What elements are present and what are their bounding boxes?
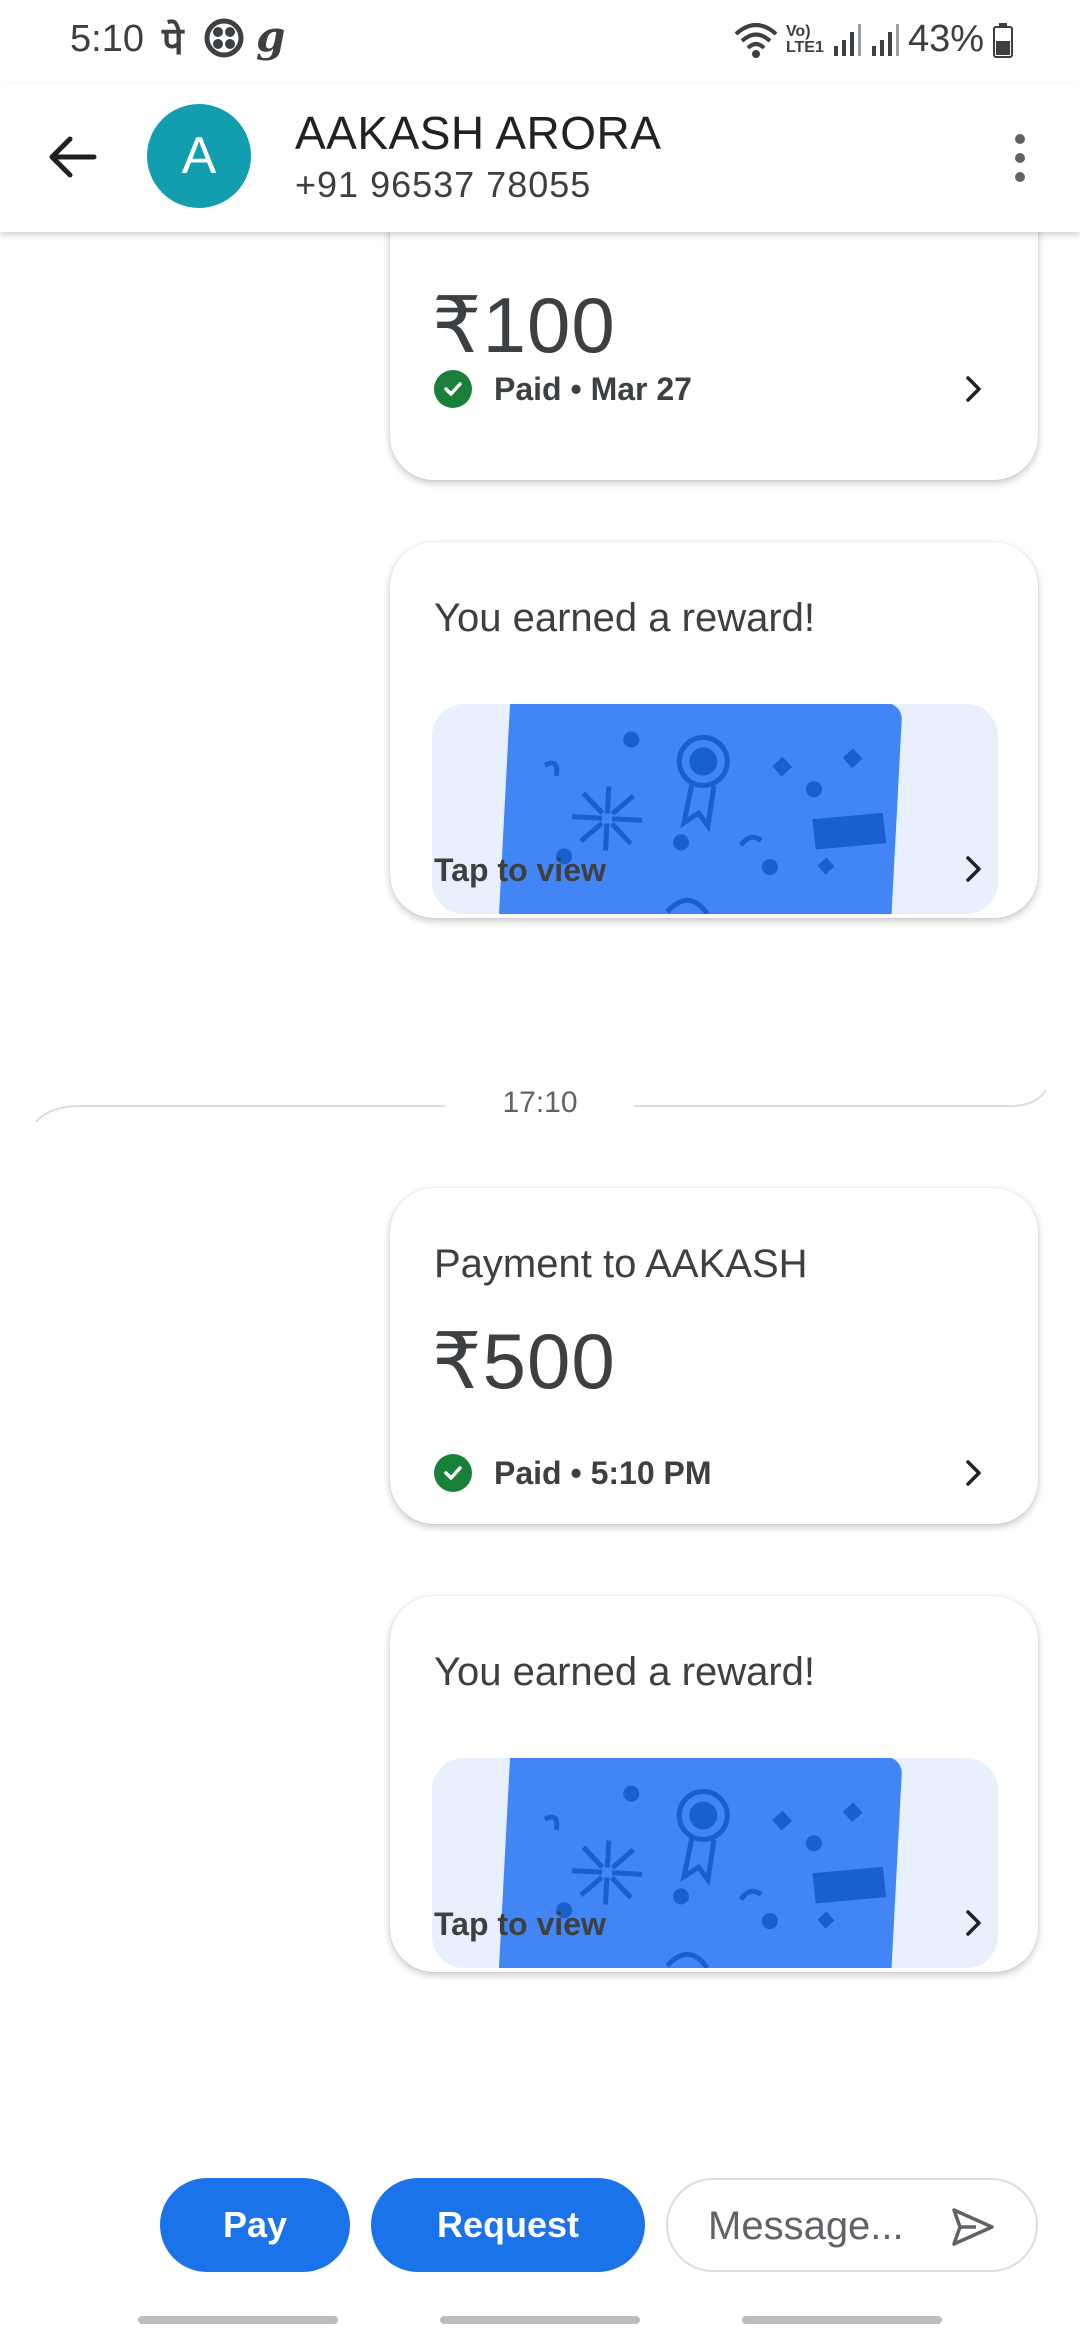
payment-status: Paid • Mar 27	[434, 370, 692, 408]
chevron-right-icon	[966, 1910, 981, 1936]
more-options-icon[interactable]	[990, 128, 1050, 188]
reward-title: You earned a reward!	[434, 1650, 816, 1694]
reward-card[interactable]: You earned a reward! Tap to view	[390, 542, 1038, 918]
reward-title: You earned a reward!	[434, 596, 816, 640]
status-bar: 5:10 पे g Vo) LTE1 43%	[0, 0, 1080, 84]
nav-handle-center	[440, 2316, 640, 2324]
reward-action[interactable]: Tap to view	[434, 1906, 606, 1943]
status-indicators: Vo) LTE1 43%	[734, 18, 1014, 61]
chevron-right-icon	[966, 856, 981, 882]
message-placeholder: Message...	[708, 2204, 904, 2248]
check-icon	[434, 1454, 472, 1492]
chat-thread[interactable]: ₹100 Paid • Mar 27 You earned a reward!	[0, 232, 1080, 2152]
battery-percent: 43%	[907, 18, 984, 60]
send-icon[interactable]	[950, 2206, 996, 2248]
contact-phone: +91 96537 78055	[295, 164, 592, 205]
separator-time: 17:10	[502, 1086, 578, 1119]
composer-bar: Pay Request Message...	[0, 2152, 1080, 2340]
payment-card[interactable]: ₹100 Paid • Mar 27	[390, 232, 1038, 480]
chevron-right-icon	[966, 376, 981, 402]
reward-action[interactable]: Tap to view	[434, 852, 606, 889]
g-notification-icon: g	[256, 12, 286, 61]
back-arrow-icon[interactable]	[40, 124, 106, 190]
payment-status-text: Paid • Mar 27	[494, 370, 692, 407]
message-input[interactable]: Message...	[666, 2178, 1038, 2272]
chat-header: A AAKASH ARORA +91 96537 78055	[0, 84, 1080, 232]
status-time: 5:10	[70, 18, 144, 60]
nav-handle-left	[138, 2316, 338, 2324]
chevron-right-icon	[966, 1460, 981, 1486]
pay-notification-icon: पे	[162, 21, 184, 63]
signal-1-icon	[833, 23, 861, 56]
check-icon	[434, 370, 472, 408]
payment-amount: ₹100	[432, 281, 616, 369]
payment-card[interactable]: Payment to AAKASH ₹500 Paid • 5:10 PM	[390, 1188, 1038, 1524]
battery-icon	[993, 22, 1013, 58]
payment-amount: ₹500	[432, 1317, 616, 1405]
app-notification-icon	[204, 18, 244, 58]
payment-title: Payment to AAKASH	[434, 1242, 808, 1286]
time-separator: 17:10	[0, 1078, 1080, 1138]
pay-button[interactable]: Pay	[160, 2178, 350, 2272]
nav-handle-right	[742, 2316, 942, 2324]
volte-indicator: Vo) LTE1	[785, 22, 824, 56]
request-button[interactable]: Request	[371, 2178, 645, 2272]
payment-status-text: Paid • 5:10 PM	[494, 1454, 712, 1491]
payment-status: Paid • 5:10 PM	[434, 1454, 712, 1492]
avatar[interactable]: A	[147, 104, 251, 208]
contact-name[interactable]: AAKASH ARORA	[295, 106, 661, 160]
signal-2-icon	[871, 23, 899, 56]
reward-card[interactable]: You earned a reward! Tap to view	[390, 1596, 1038, 1972]
wifi-icon	[734, 22, 778, 58]
